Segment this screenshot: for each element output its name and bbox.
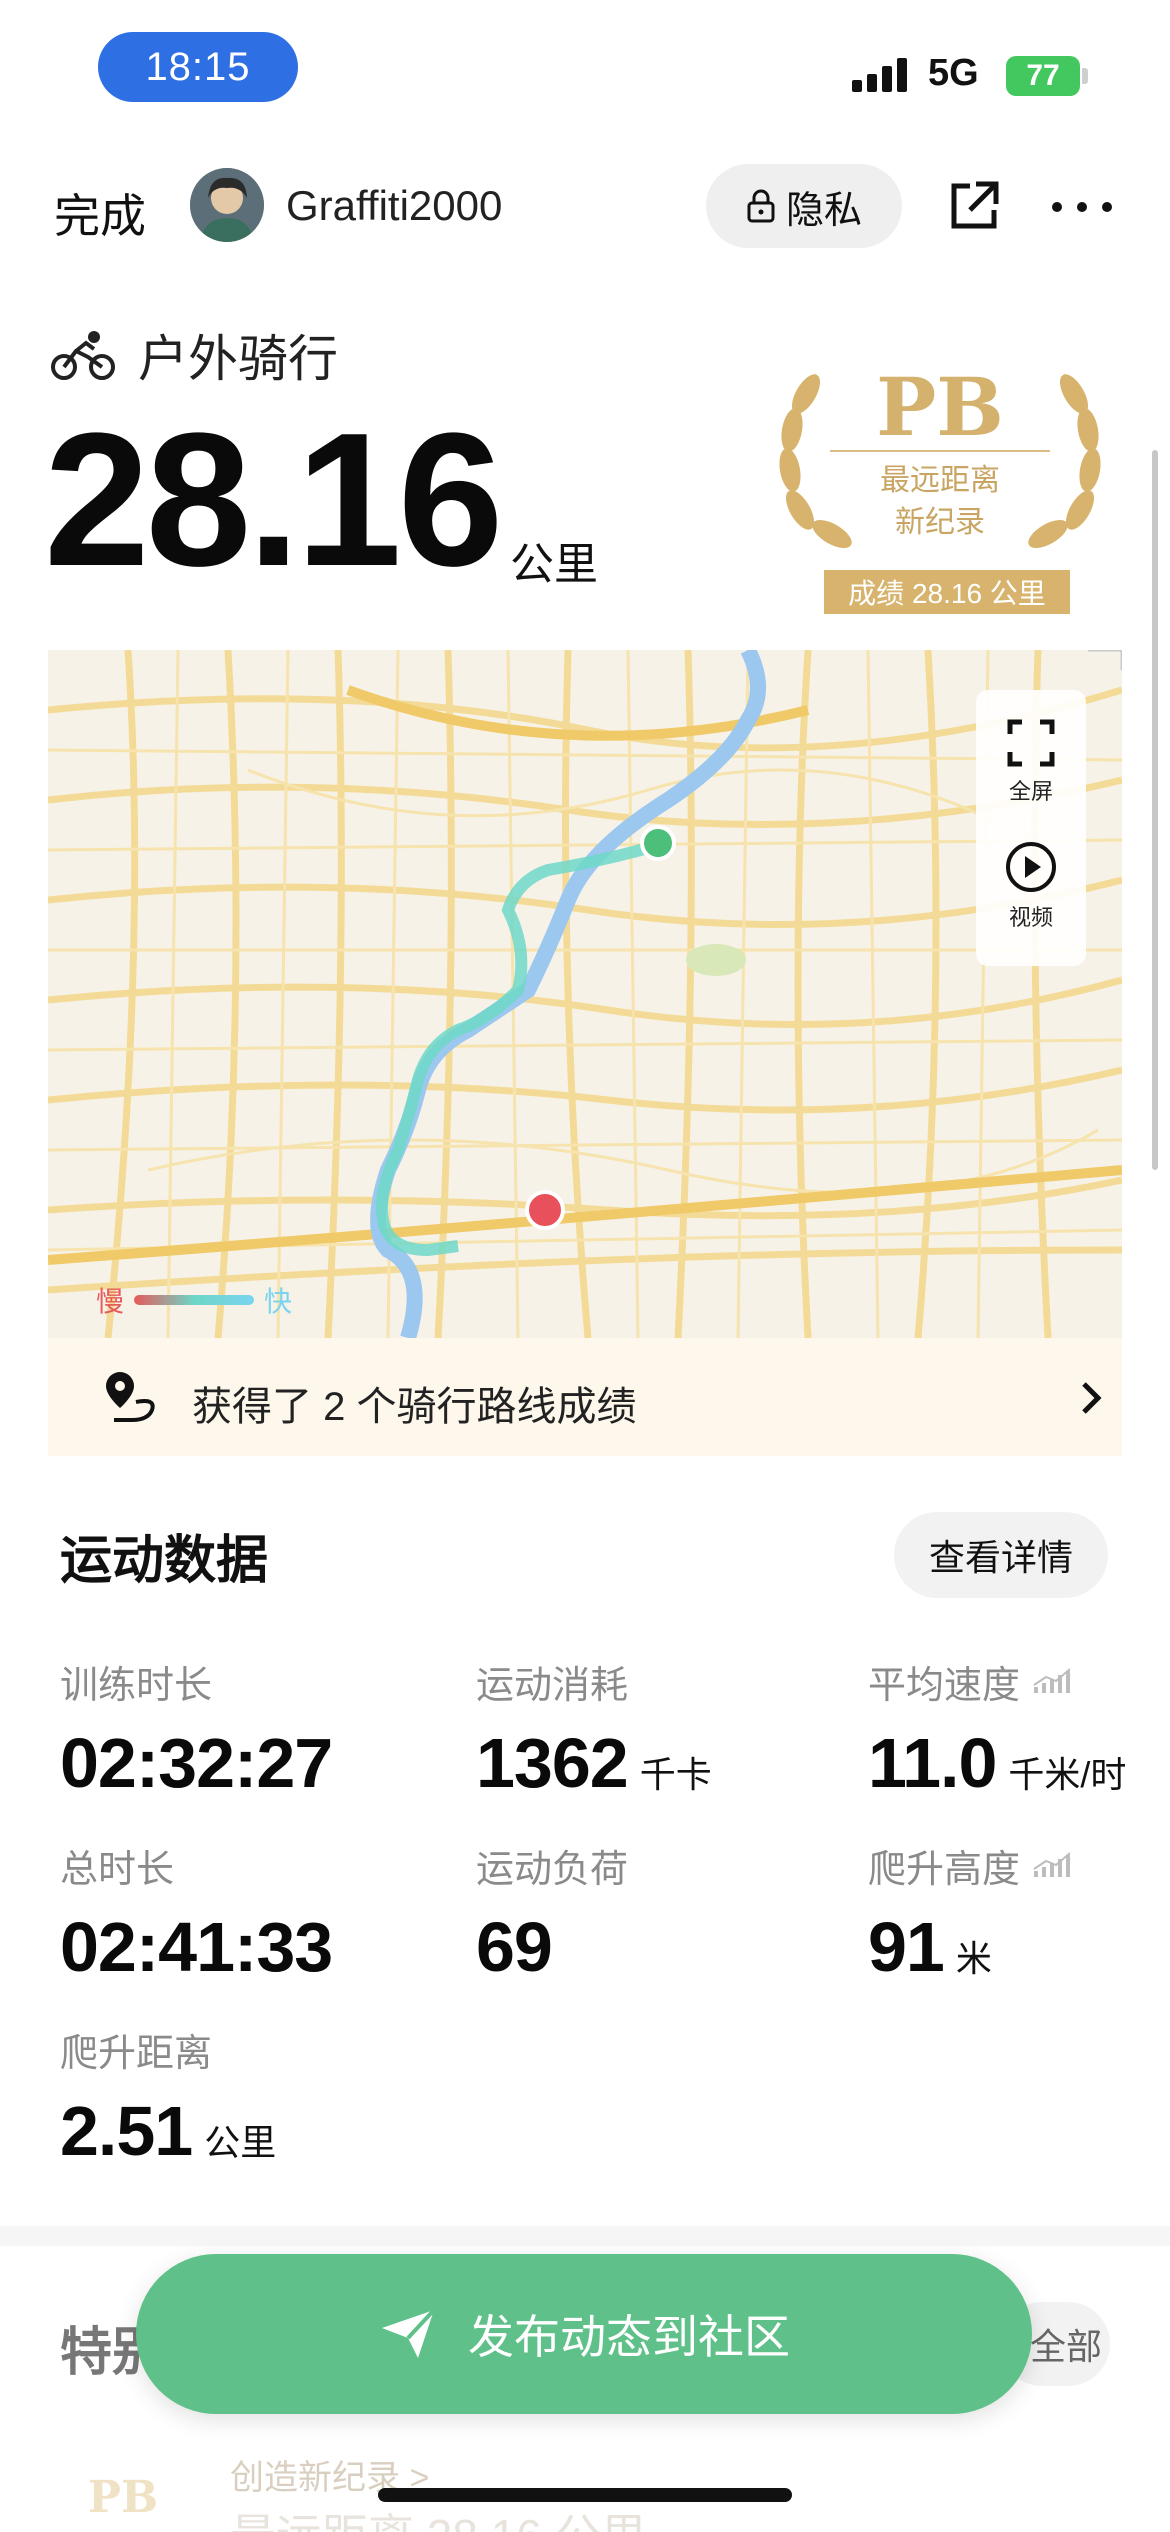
activity-type: 户外骑行 xyxy=(50,320,338,390)
stat-label: 平均速度 xyxy=(868,1665,1021,1707)
stat-value: 02:32:27 xyxy=(60,1723,333,1803)
stat-value: 02:41:33 xyxy=(60,1907,333,1987)
legend-fast: 快 xyxy=(264,1286,293,1317)
share-icon[interactable] xyxy=(946,178,1002,234)
battery-icon: 77 xyxy=(1006,56,1080,96)
send-icon xyxy=(382,2308,436,2358)
stat-value: 2.51 公里 xyxy=(60,2091,276,2171)
username[interactable]: Graffiti2000 xyxy=(286,182,502,230)
stat-value: 69 xyxy=(476,1907,628,1987)
trend-chart-icon xyxy=(1033,1851,1071,1877)
privacy-label: 隐私 xyxy=(785,189,862,232)
pb-title: PB xyxy=(876,360,1004,454)
lock-icon xyxy=(747,189,775,223)
stat-number: 11.0 xyxy=(868,1724,997,1802)
achievement-text: 获得了 2 个骑行路线成绩 xyxy=(192,1385,637,1429)
privacy-button[interactable]: 隐私 xyxy=(706,164,902,248)
stat-unit: 千米/时 xyxy=(1008,1754,1127,1795)
top-header: 完成 Graffiti2000 隐私 xyxy=(0,150,1170,260)
stat-number: 91 xyxy=(868,1908,945,1986)
activity-label: 户外骑行 xyxy=(138,331,338,387)
chevron-right-icon xyxy=(1082,1382,1102,1414)
fullscreen-label: 全屏 xyxy=(1008,779,1053,804)
stat-number: 02:32:27 xyxy=(60,1724,333,1802)
svg-text:PB: PB xyxy=(88,2472,158,2523)
view-details-button[interactable]: 查看详情 xyxy=(894,1512,1108,1598)
publish-label: 发布动态到社区 xyxy=(468,2311,790,2363)
stat-number: 2.51 xyxy=(60,2092,193,2170)
fullscreen-button[interactable]: 全屏 xyxy=(976,718,1086,806)
stat-climb-distance: 爬升距离 2.51 公里 xyxy=(60,2022,276,2171)
stat-label: 爬升高度 xyxy=(868,1849,1021,1891)
status-time: 18:15 xyxy=(98,32,298,102)
stat-training-load: 运动负荷 69 xyxy=(476,1838,628,1987)
status-bar: 18:15 5G 77 xyxy=(0,0,1170,140)
map-controls: 全屏 视频 xyxy=(976,690,1086,966)
video-button[interactable]: 视频 xyxy=(976,840,1086,932)
pb-score: 成绩 28.16 公里 xyxy=(824,570,1070,614)
stat-calories: 运动消耗 1362 千卡 xyxy=(476,1654,712,1803)
pb-badge[interactable]: PB 最远距离 新纪录 成绩 28.16 公里 xyxy=(760,350,1120,620)
route-pin-icon xyxy=(106,1372,155,1422)
stats-title: 运动数据 xyxy=(60,1532,269,1590)
stat-label: 训练时长 xyxy=(60,1665,213,1707)
route-achievement-row[interactable]: 获得了 2 个骑行路线成绩 xyxy=(48,1338,1122,1456)
stat-label: 爬升距离 xyxy=(60,2033,213,2075)
stat-total-duration: 总时长 02:41:33 xyxy=(60,1838,333,1987)
stat-unit: 千卡 xyxy=(639,1754,712,1795)
stat-value: 91 米 xyxy=(868,1907,1072,1987)
stat-label: 运动负荷 xyxy=(476,1849,629,1891)
stat-unit: 米 xyxy=(955,1938,992,1979)
trend-chart-icon xyxy=(1033,1667,1071,1693)
stat-label: 总时长 xyxy=(60,1849,175,1891)
distance-unit: 公里 xyxy=(510,540,598,589)
stat-elevation-gain[interactable]: 爬升高度 91 米 xyxy=(868,1838,1072,1987)
stat-number: 1362 xyxy=(476,1724,629,1802)
done-button[interactable]: 完成 xyxy=(54,180,146,246)
stat-number: 02:41:33 xyxy=(60,1908,333,1986)
avatar-image xyxy=(190,168,264,242)
new-record-value: 最远距离 28.16 公里 xyxy=(230,2500,647,2532)
stat-label: 运动消耗 xyxy=(476,1665,629,1707)
speed-legend: 慢 快 xyxy=(96,1280,292,1320)
network-type: 5G xyxy=(928,52,979,94)
pb-divider xyxy=(830,450,1050,452)
battery-tip xyxy=(1082,68,1088,84)
stat-training-duration: 训练时长 02:32:27 xyxy=(60,1654,333,1803)
section-divider xyxy=(0,2226,1170,2246)
video-label: 视频 xyxy=(1008,905,1053,930)
legend-gradient xyxy=(134,1295,255,1305)
battery-level: 77 xyxy=(1026,59,1060,92)
distance-value: 28.16 xyxy=(44,394,503,606)
scrollbar[interactable] xyxy=(1152,450,1158,1170)
bike-icon xyxy=(51,331,115,380)
route-map[interactable] xyxy=(48,650,1122,1338)
more-icon[interactable] xyxy=(1052,202,1112,214)
pb-line2: 新纪录 xyxy=(895,506,985,539)
signal-icon xyxy=(852,58,908,92)
stat-unit: 公里 xyxy=(204,2122,277,2163)
play-icon xyxy=(1006,842,1056,892)
home-indicator[interactable] xyxy=(378,2488,792,2502)
map-canvas xyxy=(48,650,1122,1338)
stat-avg-speed[interactable]: 平均速度 11.0 千米/时 xyxy=(868,1654,1126,1803)
stat-value: 1362 千卡 xyxy=(476,1723,712,1803)
pb-small-badge-icon: PB xyxy=(88,2472,158,2523)
pb-line1: 最远距离 xyxy=(880,464,1000,497)
route-start-marker xyxy=(640,825,676,861)
route-end-marker xyxy=(525,1190,565,1230)
publish-to-community-button[interactable]: 发布动态到社区 xyxy=(136,2254,1032,2414)
fullscreen-icon xyxy=(1007,719,1055,767)
pb-description: 最远距离 新纪录 xyxy=(760,460,1120,544)
stat-number: 69 xyxy=(476,1908,553,1986)
avatar[interactable] xyxy=(190,168,264,242)
stat-value: 11.0 千米/时 xyxy=(868,1723,1126,1803)
legend-slow: 慢 xyxy=(96,1286,125,1317)
